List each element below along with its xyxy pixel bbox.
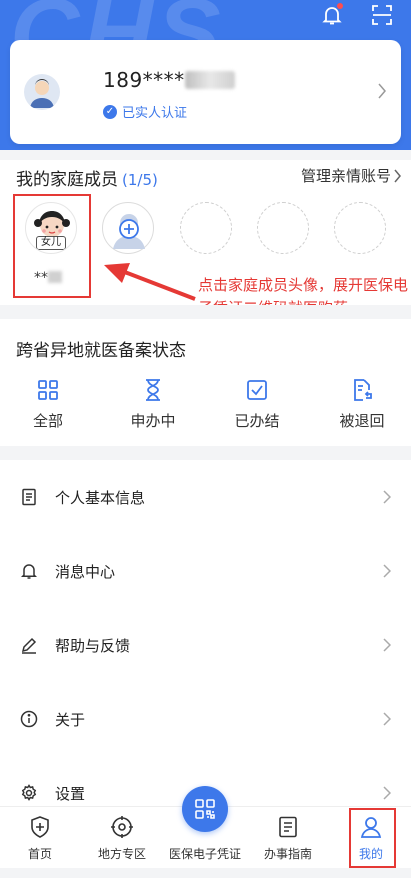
guide-doc-icon: [279, 816, 297, 838]
document-icon: [22, 488, 36, 506]
section-divider: [0, 305, 411, 319]
chevron-right-icon: [383, 712, 391, 726]
manage-family-link[interactable]: 管理亲情账号: [301, 165, 403, 186]
add-person-icon: [113, 214, 145, 249]
home-shield-icon: [31, 816, 49, 838]
verified-badge: ✓ 已实人认证: [103, 102, 187, 121]
family-count: (1/5): [122, 171, 158, 189]
qr-code-button[interactable]: [182, 786, 228, 832]
profile-card[interactable]: 189**** ✓ 已实人认证: [10, 40, 401, 144]
annotation-highlight-box: [349, 808, 396, 868]
empty-member-slot[interactable]: [334, 202, 386, 254]
checkbox-icon: [247, 380, 267, 400]
status-in-progress[interactable]: 申办中: [113, 378, 193, 431]
annotation-arrow-icon: [104, 263, 196, 301]
add-member-button[interactable]: [102, 202, 154, 254]
chevron-right-icon: [383, 490, 391, 504]
grid-icon: [38, 380, 58, 400]
check-circle-icon: ✓: [103, 104, 117, 119]
status-returned[interactable]: 被退回: [322, 378, 402, 431]
info-icon: [20, 710, 38, 728]
chevron-right-icon: [383, 564, 391, 578]
status-all[interactable]: 全部: [8, 378, 88, 431]
empty-member-slot[interactable]: [257, 202, 309, 254]
user-avatar-icon: [24, 74, 60, 110]
gear-icon: [21, 784, 37, 801]
tab-home[interactable]: 首页: [0, 807, 80, 869]
empty-member-slot[interactable]: [180, 202, 232, 254]
menu-help-feedback[interactable]: 帮助与反馈: [0, 608, 411, 682]
section-divider: [0, 446, 411, 460]
pen-icon: [21, 637, 37, 654]
bell-icon: [20, 564, 38, 579]
menu-personal-info[interactable]: 个人基本信息: [0, 460, 411, 534]
annotation-highlight-box: [13, 194, 91, 298]
verified-label: 已实人认证: [122, 106, 188, 121]
bottom-safe-area: [0, 868, 411, 878]
scan-icon[interactable]: [370, 3, 394, 27]
menu-about[interactable]: 关于: [0, 682, 411, 756]
return-doc-icon: [354, 379, 372, 401]
chevron-right-icon: [383, 638, 391, 652]
notification-dot: [337, 3, 343, 9]
qr-code-icon: [195, 799, 215, 819]
status-completed[interactable]: 已办结: [217, 378, 297, 431]
section-divider: [0, 150, 411, 160]
chevron-right-icon: [378, 83, 386, 99]
family-section-title: 我的家庭成员 (1/5): [16, 170, 158, 190]
tab-guide[interactable]: 办事指南: [248, 807, 328, 869]
chevron-right-icon: [394, 169, 401, 182]
chevron-right-icon: [383, 786, 391, 800]
tab-local-zone[interactable]: 地方专区: [82, 807, 162, 869]
redacted-blur: [184, 71, 235, 89]
target-icon: [111, 816, 133, 838]
record-section-title: 跨省异地就医备案状态: [16, 341, 186, 361]
menu-message-center[interactable]: 消息中心: [0, 534, 411, 608]
hourglass-icon: [146, 379, 160, 401]
phone-number: 189****: [103, 68, 235, 92]
